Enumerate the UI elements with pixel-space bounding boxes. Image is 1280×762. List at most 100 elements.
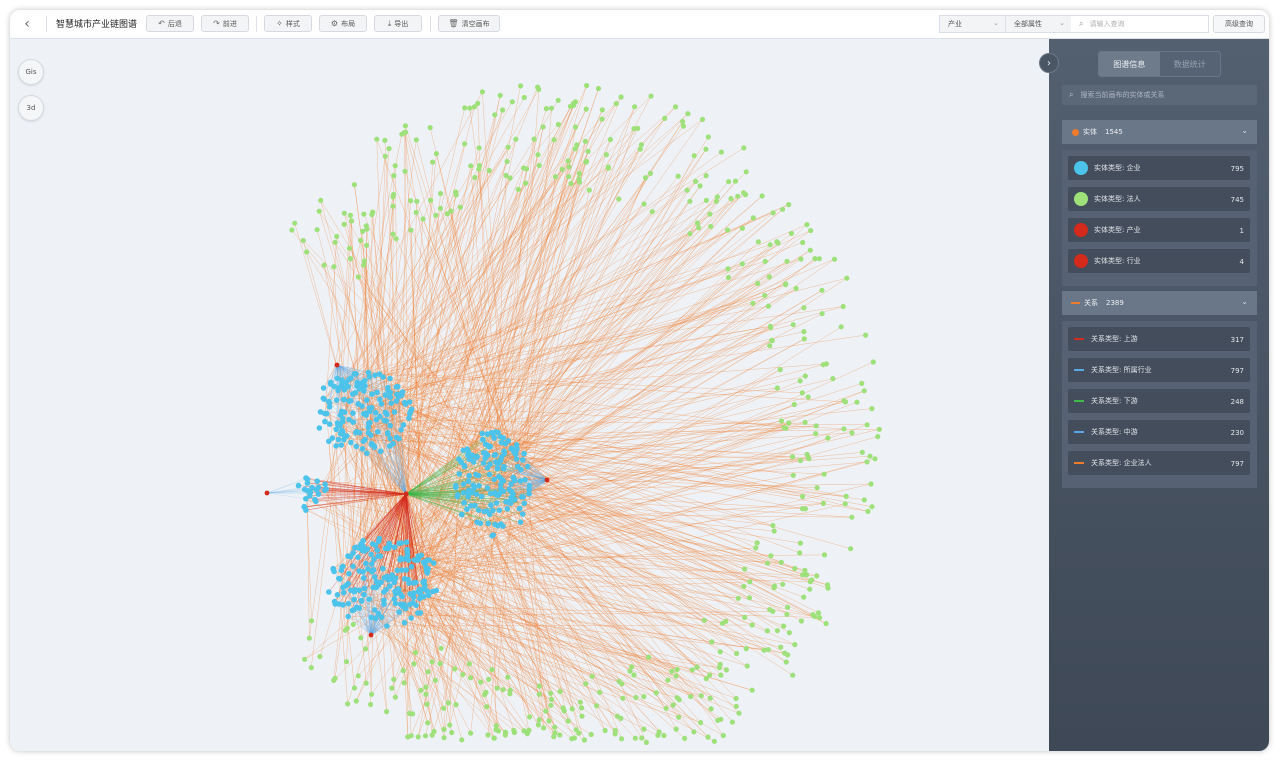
person-node[interactable] <box>797 550 803 556</box>
person-node[interactable] <box>733 703 739 709</box>
enterprise-node[interactable] <box>397 591 404 597</box>
enterprise-node[interactable] <box>309 484 315 491</box>
enterprise-node[interactable] <box>359 446 366 452</box>
person-node[interactable] <box>482 692 488 698</box>
person-node[interactable] <box>476 166 482 172</box>
person-node[interactable] <box>788 230 795 236</box>
person-node[interactable] <box>876 426 882 432</box>
enterprise-node[interactable] <box>326 589 332 595</box>
enterprise-node[interactable] <box>513 456 520 462</box>
person-node[interactable] <box>457 204 463 210</box>
enterprise-node[interactable] <box>470 482 477 488</box>
person-node[interactable] <box>535 152 541 158</box>
person-node[interactable] <box>433 151 439 157</box>
person-node[interactable] <box>869 504 875 510</box>
person-node[interactable] <box>725 227 731 233</box>
person-node[interactable] <box>569 706 575 712</box>
person-node[interactable] <box>768 324 774 330</box>
person-node[interactable] <box>798 618 805 624</box>
enterprise-node[interactable] <box>350 419 357 426</box>
enterprise-node[interactable] <box>331 383 337 390</box>
person-node[interactable] <box>351 182 357 188</box>
person-node[interactable] <box>629 664 635 670</box>
person-node[interactable] <box>699 116 706 122</box>
enterprise-node[interactable] <box>330 566 337 573</box>
person-node[interactable] <box>709 639 715 645</box>
person-node[interactable] <box>696 225 702 231</box>
enterprise-node[interactable] <box>363 560 369 567</box>
entity-section-header[interactable]: 实体 1545 ⌄ <box>1062 120 1257 144</box>
person-node[interactable] <box>511 729 517 736</box>
person-node[interactable] <box>780 206 786 212</box>
person-node[interactable] <box>543 106 550 112</box>
enterprise-node[interactable] <box>366 596 373 602</box>
person-node[interactable] <box>332 239 338 245</box>
person-node[interactable] <box>408 198 414 204</box>
person-node[interactable] <box>786 202 792 208</box>
person-node[interactable] <box>784 258 790 264</box>
person-node[interactable] <box>789 454 796 460</box>
person-node[interactable] <box>306 635 312 641</box>
relation-type-row[interactable]: 关系类型: 上游 317 <box>1068 327 1250 351</box>
enterprise-node[interactable] <box>304 487 311 494</box>
person-node[interactable] <box>399 131 405 137</box>
enterprise-node[interactable] <box>521 450 527 457</box>
export-button[interactable]: ⤓ 导出 <box>374 15 422 32</box>
person-node[interactable] <box>316 208 322 214</box>
enterprise-node[interactable] <box>380 565 386 572</box>
person-node[interactable] <box>733 695 739 702</box>
person-node[interactable] <box>603 152 610 158</box>
person-node[interactable] <box>502 732 508 738</box>
person-node[interactable] <box>739 261 746 267</box>
person-node[interactable] <box>732 178 739 184</box>
person-node[interactable] <box>543 708 549 714</box>
person-node[interactable] <box>785 604 791 610</box>
person-node[interactable] <box>392 694 398 700</box>
person-node[interactable] <box>321 262 327 268</box>
enterprise-node[interactable] <box>348 587 354 594</box>
enterprise-node[interactable] <box>326 438 332 445</box>
person-node[interactable] <box>842 501 848 507</box>
person-node[interactable] <box>505 674 511 680</box>
person-node[interactable] <box>765 303 772 309</box>
person-node[interactable] <box>570 100 577 106</box>
relation-type-row[interactable]: 关系类型: 中游 230 <box>1068 420 1250 444</box>
person-node[interactable] <box>720 732 726 739</box>
person-node[interactable] <box>799 390 805 396</box>
enterprise-node[interactable] <box>513 442 520 448</box>
person-node[interactable] <box>345 701 351 707</box>
person-node[interactable] <box>783 281 789 287</box>
enterprise-node[interactable] <box>388 400 395 407</box>
person-node[interactable] <box>441 705 447 711</box>
enterprise-node[interactable] <box>363 410 369 416</box>
person-node[interactable] <box>513 136 519 142</box>
entity-type-row[interactable]: 实体类型: 法人 745 <box>1068 187 1250 211</box>
enterprise-node[interactable] <box>419 594 426 600</box>
person-node[interactable] <box>725 274 732 281</box>
person-node[interactable] <box>802 419 808 425</box>
person-node[interactable] <box>347 212 353 218</box>
enterprise-node[interactable] <box>517 478 524 484</box>
enterprise-node[interactable] <box>340 432 347 438</box>
person-node[interactable] <box>728 196 734 202</box>
person-node[interactable] <box>684 187 690 193</box>
person-node[interactable] <box>676 714 682 720</box>
person-node[interactable] <box>816 256 822 262</box>
person-node[interactable] <box>844 275 850 281</box>
person-node[interactable] <box>804 222 810 228</box>
person-node[interactable] <box>817 615 823 621</box>
enterprise-node[interactable] <box>402 605 409 612</box>
person-node[interactable] <box>843 493 849 499</box>
enterprise-node[interactable] <box>415 610 421 616</box>
person-node[interactable] <box>568 180 574 187</box>
person-node[interactable] <box>594 703 600 709</box>
person-node[interactable] <box>540 124 546 130</box>
person-node[interactable] <box>401 680 407 686</box>
person-node[interactable] <box>400 667 406 674</box>
knowledge-graph[interactable] <box>10 39 1049 751</box>
enterprise-node[interactable] <box>465 478 472 485</box>
enterprise-node[interactable] <box>382 392 389 398</box>
person-node[interactable] <box>770 608 776 615</box>
enterprise-node[interactable] <box>369 568 375 575</box>
person-node[interactable] <box>797 540 804 546</box>
